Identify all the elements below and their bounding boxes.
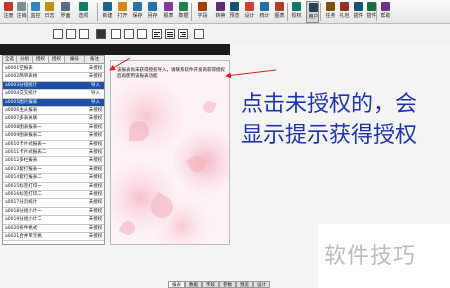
annotation-line-2: 显示提示获得授权 <box>241 123 418 148</box>
annotation-line-1: 点击未授权的，会 <box>241 92 418 117</box>
bottom-tab[interactable]: 数据 <box>185 281 202 288</box>
arrow-to-message <box>225 69 277 79</box>
bottom-tab[interactable]: 字段 <box>202 281 219 288</box>
bottom-tab[interactable]: 设计 <box>253 281 270 288</box>
bottom-tab[interactable]: 报表 <box>168 281 185 288</box>
watermark: 软件技巧 <box>318 224 450 288</box>
arrow-to-list <box>109 57 131 71</box>
bottom-tab[interactable]: 预览 <box>236 281 253 288</box>
watermark-text: 软件技巧 <box>324 244 417 269</box>
bottom-tab[interactable]: 参数 <box>219 281 236 288</box>
